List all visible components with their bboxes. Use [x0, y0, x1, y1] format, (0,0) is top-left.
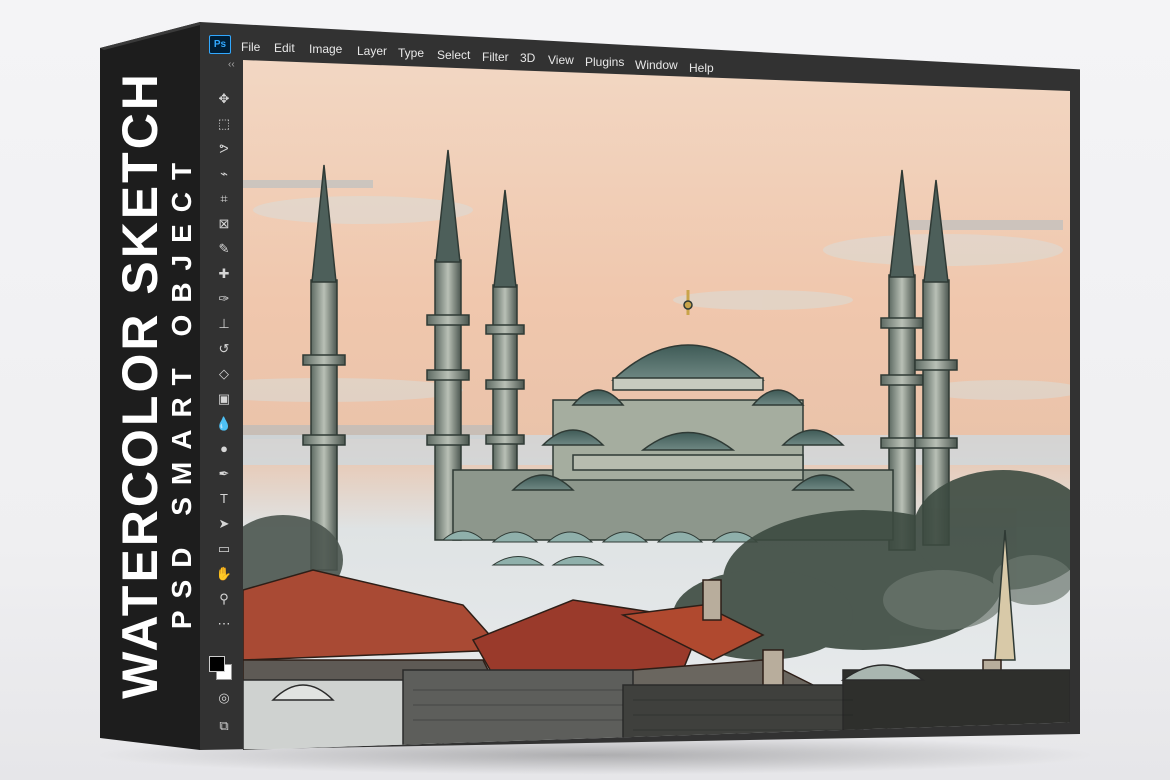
type-tool-icon[interactable]: T	[213, 489, 235, 509]
menu-view[interactable]: View	[548, 53, 574, 67]
pen-tool-icon[interactable]: ✒	[213, 464, 235, 484]
quick-select-tool-icon[interactable]: ⌁	[213, 164, 235, 184]
hand-tool-icon[interactable]: ✋	[213, 564, 235, 584]
zoom-tool-icon[interactable]: ⚲	[213, 589, 235, 609]
menu-file[interactable]: File	[241, 40, 260, 54]
quick-mask-icon[interactable]: ◎	[213, 688, 235, 708]
menu-filter[interactable]: Filter	[482, 50, 509, 64]
box-spine-subtitle: PSD SMART OBJECT	[166, 150, 197, 630]
rectangle-tool-icon[interactable]: ▭	[213, 539, 235, 559]
foreground-color-swatch[interactable]	[209, 656, 225, 672]
menu-3d[interactable]: 3D	[520, 51, 535, 65]
menu-select[interactable]: Select	[437, 48, 470, 62]
move-tool-icon[interactable]: ✥	[213, 89, 235, 109]
frame-tool-icon[interactable]: ⊠	[213, 214, 235, 234]
menu-help[interactable]: Help	[689, 61, 714, 75]
lasso-tool-icon[interactable]: ᕗ	[213, 139, 235, 159]
history-brush-tool-icon[interactable]: ↺	[213, 339, 235, 359]
toolbar-collapse-icon[interactable]: ‹‹	[228, 59, 235, 70]
screen-mode-icon[interactable]: ⧉	[213, 716, 235, 736]
brush-tool-icon[interactable]: ✑	[213, 289, 235, 309]
eyedropper-tool-icon[interactable]: ✎	[213, 239, 235, 259]
photoshop-logo: Ps	[209, 35, 231, 54]
healing-brush-tool-icon[interactable]: ✚	[213, 264, 235, 284]
menu-layer[interactable]: Layer	[357, 44, 387, 58]
menu-edit[interactable]: Edit	[274, 41, 295, 55]
crop-tool-icon[interactable]: ⌗	[213, 189, 235, 209]
blur-tool-icon[interactable]: 💧	[213, 414, 235, 434]
menu-image[interactable]: Image	[309, 42, 342, 56]
more-tools-icon[interactable]: ⋯	[213, 614, 235, 634]
gradient-tool-icon[interactable]: ▣	[213, 389, 235, 409]
stamp-tool-icon[interactable]: ⊥	[213, 314, 235, 334]
document-canvas[interactable]	[243, 60, 1070, 750]
menu-type[interactable]: Type	[398, 46, 424, 60]
path-select-tool-icon[interactable]: ➤	[213, 514, 235, 534]
menu-plugins[interactable]: Plugins	[585, 55, 624, 69]
eraser-tool-icon[interactable]: ◇	[213, 364, 235, 384]
menu-window[interactable]: Window	[635, 58, 678, 72]
marquee-tool-icon[interactable]: ⬚	[213, 114, 235, 134]
dodge-tool-icon[interactable]: ●	[213, 439, 235, 459]
artwork-watercolor-mosque	[243, 60, 1070, 750]
box-spine-title: WATERCOLOR SKETCH	[112, 71, 168, 699]
